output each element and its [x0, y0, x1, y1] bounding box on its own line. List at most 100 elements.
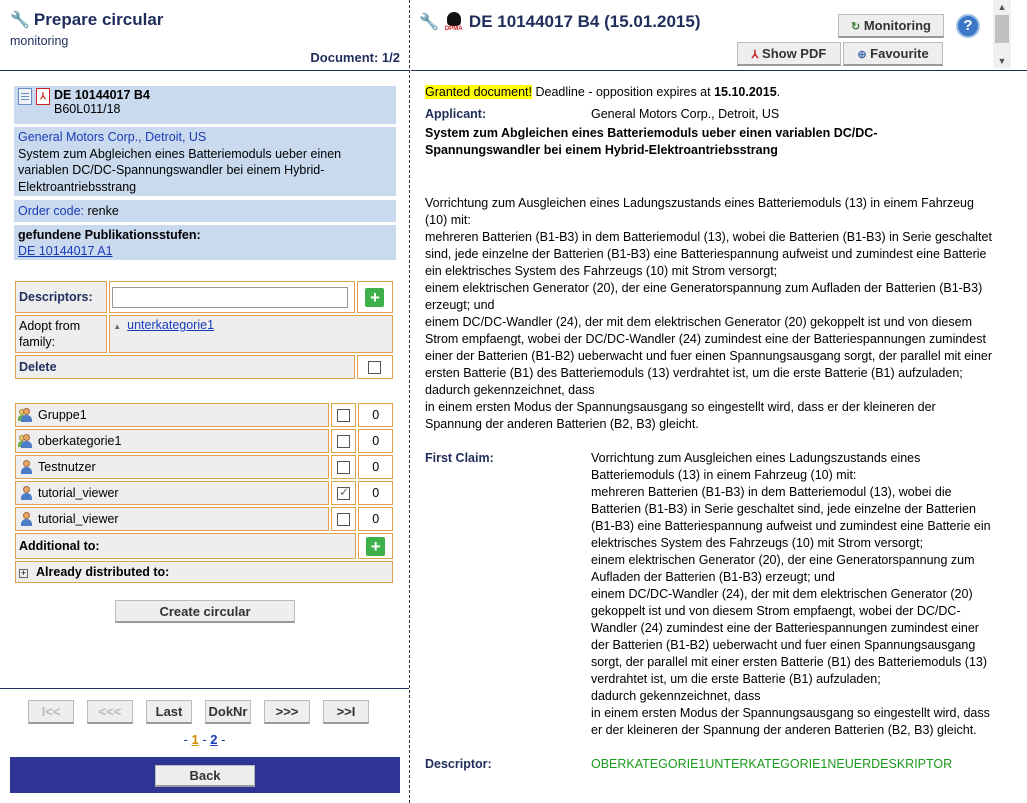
recipient-count: 0 — [372, 486, 380, 500]
left-pane: 🔧 Prepare circular monitoring Document: … — [0, 0, 409, 803]
claim-paragraph: dadurch gekennzeichnet, dass — [591, 689, 761, 703]
document-title: 🔧 DPMA DE 10144017 B4 (15.01.2015) — [419, 12, 700, 32]
create-circular-button[interactable]: Create circular — [115, 600, 295, 623]
wrench-icon: 🔧 — [10, 12, 30, 29]
pager-sep: - — [202, 732, 207, 747]
document-title-text: DE 10144017 B4 (15.01.2015) — [468, 12, 701, 31]
recipient-row: oberkategorie1 0 — [15, 429, 393, 453]
publication-link[interactable]: DE 10144017 A1 — [18, 244, 113, 258]
eagle-icon: DPMA — [445, 12, 463, 32]
first-claim-text: Vorrichtung zum Ausgleichen eines Ladung… — [591, 450, 997, 739]
abstract-paragraph: Vorrichtung zum Ausgleichen eines Ladung… — [425, 196, 974, 227]
back-button[interactable]: Back — [155, 765, 255, 787]
first-claim-label: First Claim: — [425, 451, 494, 465]
recipient-count: 0 — [372, 408, 380, 422]
document-counter: Document: 1/2 — [310, 50, 400, 65]
first-button[interactable]: I<< — [28, 700, 74, 724]
deadline-date: 15.10.2015 — [714, 85, 777, 99]
publications-box: gefundene Publikationsstufen: DE 1014401… — [14, 225, 396, 260]
pane-divider[interactable] — [409, 0, 410, 803]
scrollbar[interactable]: ▲ ▼ — [993, 0, 1011, 68]
doc-number-box: ⅄ DE 10144017 B4 B60L011/18 — [14, 86, 396, 124]
descriptors-input[interactable] — [112, 286, 349, 308]
page-title: 🔧 Prepare circular — [10, 10, 163, 30]
abstract-paragraph: mehreren Batterien (B1-B3) in dem Batter… — [425, 230, 992, 278]
pager-sep: - — [221, 732, 226, 747]
add-recipient-plus-icon[interactable]: + — [366, 536, 386, 556]
recipient-count: 0 — [372, 434, 380, 448]
nav-divider — [0, 688, 409, 689]
adopt-label: Adopt from family: — [19, 319, 81, 349]
recipient-checkbox[interactable] — [337, 435, 351, 449]
recipient-name: Testnutzer — [38, 459, 96, 474]
last-button[interactable]: Last — [146, 700, 192, 724]
abstract-paragraph: einem elektrischen Generator (20), der e… — [425, 281, 983, 312]
add-descriptor-plus-icon[interactable]: + — [365, 287, 385, 307]
pager-page-2[interactable]: 2 — [210, 732, 217, 747]
user-icon — [19, 512, 34, 527]
monitoring-button[interactable]: ↻ Monitoring — [838, 14, 944, 38]
user-icon — [19, 486, 34, 501]
recipient-count: 0 — [372, 512, 380, 526]
recipient-name: tutorial_viewer — [38, 485, 119, 500]
order-code-value: renke — [87, 204, 119, 218]
recipient-checkbox[interactable] — [337, 409, 351, 423]
doc-title: System zum Abgleichen eines Batteriemodu… — [18, 146, 342, 194]
collapse-arrow-icon[interactable]: ▲ — [113, 322, 121, 331]
scroll-up-icon[interactable]: ▲ — [993, 0, 1011, 14]
claim-paragraph: in einem ersten Modus der Spannungsausga… — [591, 706, 990, 737]
pdf-icon[interactable]: ⅄ — [36, 88, 50, 105]
show-pdf-button[interactable]: ⅄ Show PDF — [737, 42, 841, 66]
pager-page-1[interactable]: 1 — [191, 732, 198, 747]
header-divider — [411, 70, 1027, 71]
star-icon: ⊕ — [857, 49, 867, 61]
scroll-thumb[interactable] — [995, 15, 1009, 43]
recipient-checkbox[interactable] — [337, 485, 351, 501]
pager: - 1 - 2 - — [0, 732, 409, 747]
document-content: Granted document! Deadline - opposition … — [425, 84, 1000, 773]
delete-checkbox[interactable] — [368, 361, 382, 375]
wrench-icon[interactable]: 🔧 — [419, 12, 439, 32]
expand-icon[interactable]: + — [19, 569, 28, 578]
distributed-label: Already distributed to: — [36, 565, 170, 579]
prev-button[interactable]: <<< — [87, 700, 133, 724]
status-line: Granted document! Deadline - opposition … — [425, 85, 781, 99]
navigation-buttons: I<< <<< Last DokNr >>> >>I — [28, 700, 369, 724]
help-icon[interactable]: ? — [956, 14, 980, 38]
page-subtitle: monitoring — [10, 34, 69, 48]
abstract-paragraph: einem DC/DC-Wandler (24), der mit dem el… — [425, 315, 993, 380]
recipient-name: tutorial_viewer — [38, 511, 119, 526]
descriptor-label: Descriptor: — [425, 757, 492, 771]
doc-title-heading: System zum Abgleichen eines Batteriemodu… — [425, 126, 878, 157]
abstract-paragraph: in einem ersten Modus der Spannungsausga… — [425, 400, 936, 431]
doc-applicant-box: General Motors Corp., Detroit, US System… — [14, 127, 396, 196]
descriptor-form: Descriptors: + Adopt from family: ▲ unter… — [13, 279, 395, 381]
order-code-box: Order code: renke — [14, 200, 396, 222]
publications-label: gefundene Publikationsstufen: — [18, 228, 201, 242]
descriptor-value: OBERKATEGORIE1UNTERKATEGORIE1NEUERDESKRI… — [591, 757, 953, 771]
page-title-text: Prepare circular — [33, 10, 164, 29]
additional-label: Additional to: — [19, 539, 100, 553]
recipient-checkbox[interactable] — [337, 513, 351, 527]
doknr-button[interactable]: DokNr — [205, 700, 251, 724]
abstract: Vorrichtung zum Ausgleichen eines Ladung… — [425, 195, 1000, 433]
end-button[interactable]: >>I — [323, 700, 369, 724]
recipient-name: oberkategorie1 — [38, 433, 122, 448]
claim-paragraph: einem elektrischen Generator (20), der e… — [591, 553, 975, 584]
recipient-checkbox[interactable] — [337, 461, 351, 475]
claim-paragraph: einem DC/DC-Wandler (24), der mit dem el… — [591, 587, 988, 686]
applicant-row: Applicant: General Motors Corp., Detroit… — [425, 106, 1000, 123]
document-icon[interactable] — [18, 88, 32, 105]
scroll-down-icon[interactable]: ▼ — [993, 54, 1011, 68]
recipient-row: tutorial_viewer 0 — [15, 481, 393, 505]
descriptor-row: Descriptor: OBERKATEGORIE1UNTERKATEGORIE… — [425, 756, 1000, 773]
recipients-table: Gruppe1 0 oberkategorie1 0 Testnutzer 0 tutori… — [13, 401, 395, 585]
first-claim-row: First Claim: Vorrichtung zum Ausgleichen… — [425, 450, 1000, 739]
group-icon — [18, 408, 34, 423]
doc-applicant: General Motors Corp., Detroit, US — [18, 130, 207, 144]
recipient-name: Gruppe1 — [38, 407, 87, 422]
favourite-button[interactable]: ⊕ Favourite — [843, 42, 943, 66]
adopt-item-link[interactable]: unterkategorie1 — [127, 318, 214, 332]
next-button[interactable]: >>> — [264, 700, 310, 724]
pdf-icon: ⅄ — [751, 49, 759, 61]
